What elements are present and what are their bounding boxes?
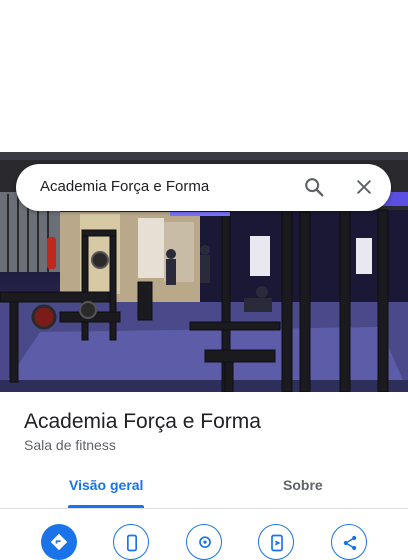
send-to-phone-button[interactable] bbox=[258, 524, 294, 560]
phone-icon bbox=[127, 534, 137, 552]
search-input[interactable]: Academia Força e Forma bbox=[40, 178, 209, 195]
share-button[interactable] bbox=[331, 524, 367, 560]
directions-icon bbox=[50, 533, 68, 551]
location-pin-icon bbox=[199, 536, 211, 548]
share-icon bbox=[343, 535, 357, 551]
search-icon[interactable] bbox=[303, 176, 325, 198]
call-button[interactable] bbox=[113, 524, 149, 560]
tab-about[interactable]: Sobre bbox=[283, 477, 323, 493]
tab-bar: Visão geral Sobre bbox=[0, 468, 408, 509]
nearby-button[interactable] bbox=[186, 524, 222, 560]
place-category: Sala de fitness bbox=[24, 437, 116, 453]
close-icon[interactable] bbox=[354, 177, 374, 197]
directions-button[interactable] bbox=[41, 524, 77, 560]
tab-overview[interactable]: Visão geral bbox=[69, 477, 143, 493]
map-blank-area bbox=[0, 0, 408, 152]
save-to-phone-icon bbox=[271, 534, 283, 552]
place-title: Academia Força e Forma bbox=[24, 410, 261, 433]
active-tab-indicator bbox=[68, 505, 144, 508]
search-bar[interactable]: Academia Força e Forma bbox=[16, 164, 391, 211]
